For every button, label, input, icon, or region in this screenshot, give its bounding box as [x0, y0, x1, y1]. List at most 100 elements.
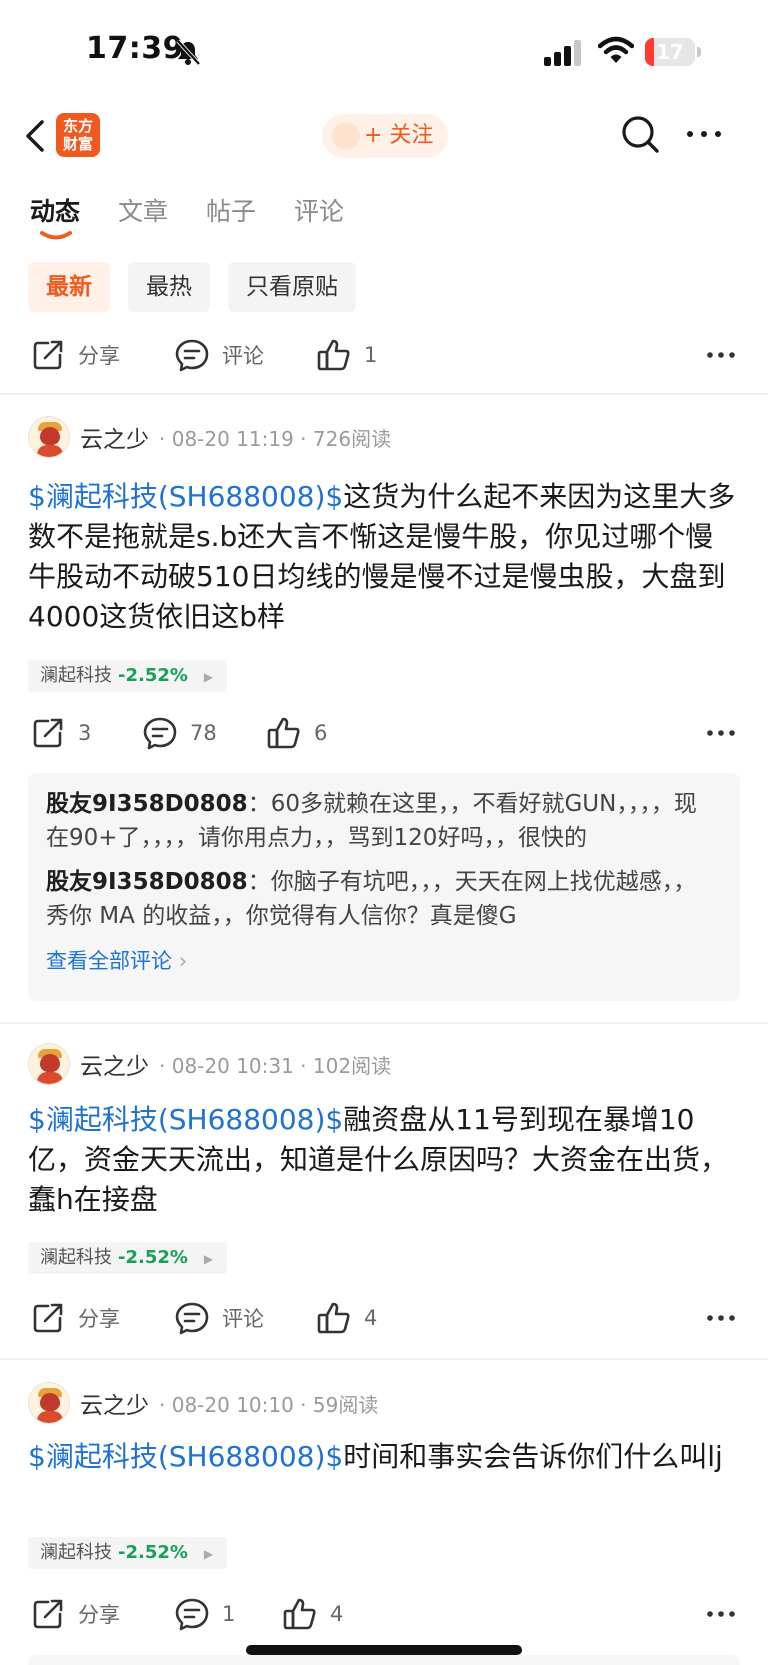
search-icon[interactable] — [620, 114, 660, 154]
stock-chip[interactable]: 澜起科技 -2.52% ▶ — [28, 1537, 228, 1569]
post-meta: · 08-20 10:10 · 59阅读 — [159, 1392, 379, 1417]
status-time: 17:39 — [86, 31, 184, 66]
comment-button[interactable]: 评论 — [174, 1298, 264, 1338]
more-dots-icon[interactable] — [706, 345, 736, 365]
share-label: 分享 — [78, 1603, 120, 1627]
like-button[interactable]: 4 — [282, 1594, 343, 1634]
action-row: 3 78 6 — [0, 713, 768, 753]
avatar[interactable] — [28, 1043, 70, 1085]
comment-user[interactable]: 股友9I358D0808 — [46, 791, 248, 817]
battery-percent: 17 — [656, 40, 684, 64]
filter-hottest[interactable]: 最热 — [128, 262, 210, 312]
comment-item: 股友9I358D0808：你脑子有坑吧，，，天天在网上找优越感，，秀你 MA 的… — [46, 865, 718, 933]
tab-dynamic[interactable]: 动态 — [30, 192, 80, 228]
stock-chip[interactable]: 澜起科技 -2.52% ▶ — [28, 1242, 228, 1274]
comment-count: 78 — [190, 721, 217, 745]
comment-button[interactable]: 78 — [142, 713, 217, 753]
stock-link[interactable]: $澜起科技(SH688008)$ — [28, 1440, 343, 1473]
action-row: 分享 评论 1 — [0, 335, 768, 375]
thumbs-up-icon — [283, 1598, 316, 1630]
post[interactable]: 云之少 · 08-20 10:10 · 59阅读 $澜起科技(SH688008)… — [0, 1381, 768, 1641]
post-text[interactable]: $澜起科技(SH688008)$这货为什么起不来因为这里大多数不是拖就是s.b还… — [28, 477, 740, 637]
comment-icon — [175, 339, 209, 372]
stock-link[interactable]: $澜起科技(SH688008)$ — [28, 1103, 343, 1136]
share-button[interactable]: 分享 — [30, 1594, 120, 1634]
view-all-comments-link[interactable]: 查看全部评论 › — [46, 945, 187, 975]
comment-button[interactable]: 评论 — [174, 335, 264, 375]
post-header: 云之少 · 08-20 10:31 · 102阅读 — [28, 1042, 391, 1086]
tab-comments[interactable]: 评论 — [294, 192, 344, 228]
username[interactable]: 云之少 — [80, 1047, 149, 1081]
comment-label: 评论 — [222, 1307, 264, 1331]
stock-chip-change: -2.52% — [118, 1542, 188, 1563]
app-logo[interactable]: 东方财富 — [56, 113, 100, 157]
share-icon — [33, 1599, 63, 1629]
like-count: 1 — [364, 343, 378, 367]
thumbs-up-icon — [317, 1302, 350, 1334]
chevron-right-icon: ▶ — [203, 1252, 214, 1266]
thumbs-up-icon — [267, 717, 300, 749]
like-button[interactable]: 4 — [316, 1298, 377, 1338]
back-arrow-icon[interactable] — [22, 116, 48, 156]
stock-link[interactable]: $澜起科技(SH688008)$ — [28, 480, 343, 513]
post[interactable]: 云之少 · 08-20 10:31 · 102阅读 $澜起科技(SH688008… — [0, 1042, 768, 1342]
home-indicator[interactable] — [246, 1645, 522, 1655]
stock-chip-name: 澜起科技 — [40, 1247, 112, 1268]
comment-count: 1 — [222, 1602, 236, 1626]
comment-icon — [175, 1302, 209, 1335]
more-dots-icon[interactable] — [706, 1604, 736, 1624]
comments-preview[interactable]: 股友9I358D0808：60多就赖在这里，，不看好就GUN，，，，现在90+了… — [28, 773, 740, 1001]
status-bar: 17:39 17 — [0, 0, 768, 100]
post-reads: 59阅读 — [312, 1392, 379, 1417]
bell-muted-icon — [176, 39, 201, 66]
view-all-label: 查看全部评论 — [46, 949, 172, 973]
username[interactable]: 云之少 — [80, 1386, 149, 1420]
nav-bar: 东方财富 + 关注 — [0, 100, 768, 170]
username[interactable]: 云之少 — [80, 420, 149, 454]
like-button[interactable]: 6 — [266, 713, 327, 753]
post-meta: · 08-20 11:19 · 726阅读 — [159, 426, 392, 451]
share-button[interactable]: 分享 — [30, 335, 120, 375]
more-options-icon[interactable] — [684, 124, 724, 144]
share-label: 分享 — [78, 344, 120, 368]
post-header: 云之少 · 08-20 11:19 · 726阅读 — [28, 415, 391, 459]
next-post-preview — [28, 1655, 740, 1665]
post[interactable]: 云之少 · 08-20 11:19 · 726阅读 $澜起科技(SH688008… — [0, 415, 768, 1020]
follow-button[interactable]: + 关注 — [322, 114, 448, 158]
post-reads: 102阅读 — [312, 1053, 392, 1078]
battery-indicator: 17 — [645, 38, 701, 66]
wifi-icon — [598, 36, 634, 63]
share-button[interactable]: 3 — [30, 713, 91, 753]
avatar[interactable] — [28, 1382, 70, 1424]
filter-latest[interactable]: 最新 — [28, 262, 110, 312]
post-text[interactable]: $澜起科技(SH688008)$融资盘从11号到现在暴增10亿，资金天天流出，知… — [28, 1100, 740, 1220]
post-text[interactable]: $澜起科技(SH688008)$时间和事实会告诉你们什么叫lj — [28, 1437, 740, 1477]
share-count: 3 — [78, 721, 92, 745]
comment-user[interactable]: 股友9I358D0808 — [46, 869, 248, 895]
share-button[interactable]: 分享 — [30, 1298, 120, 1338]
post-date: 08-20 11:19 — [171, 426, 294, 451]
app-logo-text: 东方财富 — [62, 117, 93, 153]
filter-original-only[interactable]: 只看原贴 — [228, 262, 356, 312]
tab-articles[interactable]: 文章 — [118, 192, 168, 228]
divider — [0, 1358, 768, 1360]
stock-chip[interactable]: 澜起科技 -2.52% ▶ — [28, 660, 228, 692]
tab-posts[interactable]: 帖子 — [206, 192, 256, 228]
follow-avatar-icon — [332, 122, 360, 150]
stock-chip-change: -2.52% — [118, 665, 188, 686]
follow-label: + 关注 — [364, 123, 434, 148]
comment-icon — [175, 1598, 209, 1631]
more-dots-icon[interactable] — [706, 723, 736, 743]
avatar[interactable] — [28, 416, 70, 458]
stock-chip-change: -2.52% — [118, 1247, 188, 1268]
like-count: 4 — [364, 1306, 378, 1330]
tab-active-indicator — [40, 231, 72, 240]
like-button[interactable]: 1 — [316, 335, 377, 375]
comment-button[interactable]: 1 — [174, 1594, 235, 1634]
like-count: 4 — [330, 1602, 344, 1626]
more-dots-icon[interactable] — [706, 1308, 736, 1328]
post-date: 08-20 10:31 — [171, 1053, 294, 1078]
comment-separator: ： — [247, 869, 271, 895]
action-row: 分享 1 4 — [0, 1594, 768, 1634]
post-reads: 726阅读 — [312, 426, 392, 451]
